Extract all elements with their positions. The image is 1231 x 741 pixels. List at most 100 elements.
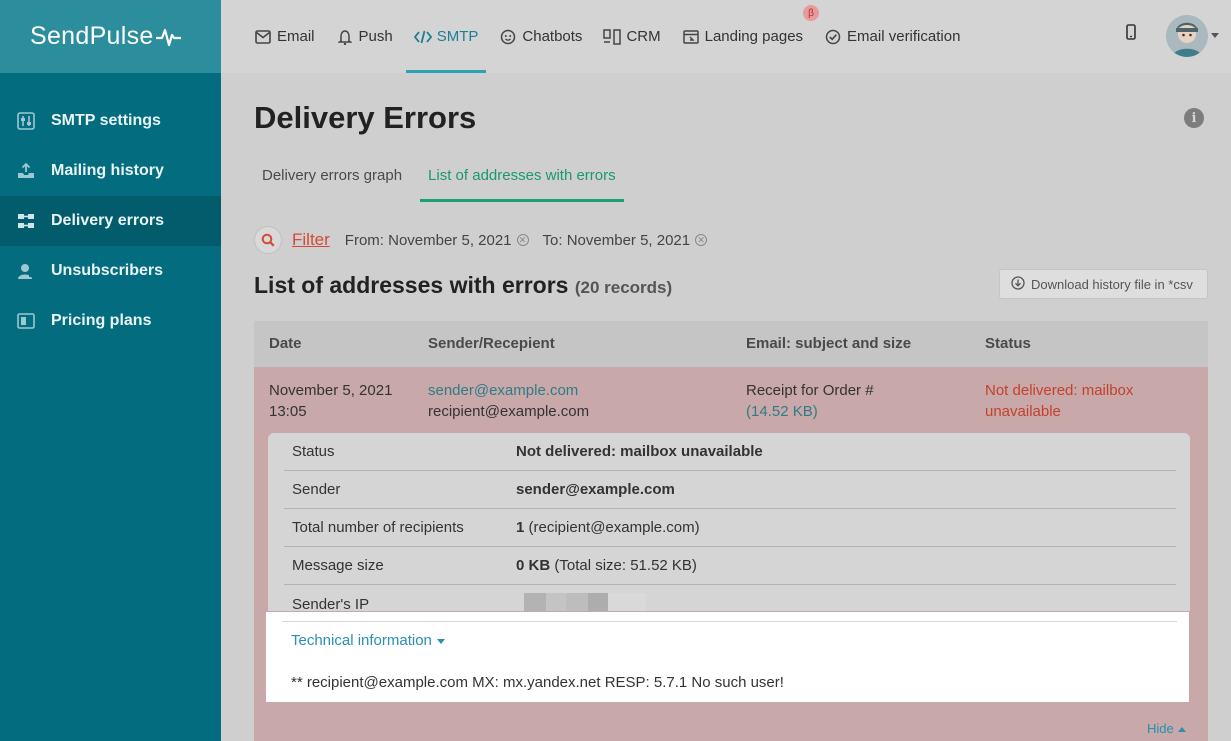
nav-email[interactable]: Email [254, 0, 315, 73]
technical-info-toggle[interactable]: Technical information [291, 632, 445, 649]
detail-status-key: Status [292, 443, 335, 460]
row-size: (14.52 KB) [746, 403, 818, 420]
nav-smtp[interactable]: SMTP [405, 0, 487, 73]
main-content: Delivery Errors i Delivery errors graph … [221, 73, 1231, 741]
sidebar-item-pricing-plans[interactable]: Pricing plans [0, 296, 221, 346]
tabs: Delivery errors graph List of addresses … [254, 157, 634, 202]
detail-sender-key: Sender [292, 481, 341, 498]
detail-size-kb: 0 KB [516, 557, 551, 574]
col-status: Status [985, 335, 1031, 352]
detail-size-total: (Total size: 51.52 KB) [554, 557, 697, 574]
row-status-cell: Not delivered: mailbox unavailable [985, 380, 1133, 422]
row-date-cell: November 5, 2021 13:05 [269, 380, 392, 422]
detail-size-row: Message size 0 KB (Total size: 51.52 KB) [284, 547, 1176, 585]
sidebar-item-label: Pricing plans [51, 312, 152, 329]
code-icon [413, 28, 432, 46]
detail-recipients-row: Total number of recipients 1 (recipient@… [284, 509, 1176, 547]
pricing-icon [16, 311, 36, 331]
nav-label: Push [358, 28, 393, 45]
list-title-text: List of addresses with errors [254, 272, 569, 298]
tab-delivery-errors-graph[interactable]: Delivery errors graph [254, 157, 410, 202]
tab-list-of-addresses[interactable]: List of addresses with errors [420, 157, 624, 202]
col-sender-recipient: Sender/Recepient [428, 335, 555, 352]
row-sender: sender@example.com [428, 382, 579, 399]
detail-recipients-key: Total number of recipients [292, 519, 464, 536]
sidebar-item-smtp-settings[interactable]: SMTP settings [0, 96, 221, 146]
hide-label: Hide [1147, 721, 1174, 736]
record-count: (20 records) [574, 278, 673, 297]
technical-info-text: ** recipient@example.com MX: mx.yandex.n… [291, 674, 784, 691]
row-status-line2: unavailable [985, 403, 1061, 420]
row-subject: Receipt for Order # [746, 382, 874, 399]
clear-to-icon[interactable]: ✕ [695, 234, 708, 246]
filter-from-text: From: November 5, 2021 [344, 231, 512, 249]
nav-email-verification[interactable]: Email verification [824, 0, 960, 73]
filter-row: Filter From: November 5, 2021 ✕ To: Nove… [254, 226, 721, 254]
detail-recipients-count: 1 [516, 519, 525, 536]
nav-landing-pages[interactable]: Landing pages β [682, 0, 820, 73]
row-status-line1: Not delivered: mailbox [985, 382, 1134, 399]
inbox-upload-icon [16, 161, 36, 181]
hide-details-link[interactable]: Hide [1147, 721, 1186, 736]
row-sender-cell: sender@example.com recipient@example.com [428, 380, 589, 422]
beta-badge: β [803, 5, 820, 21]
detail-status-row: Status Not delivered: mailbox unavailabl… [284, 433, 1176, 471]
detail-sender-row: Sender sender@example.com [284, 471, 1176, 509]
nav-label: Landing pages [704, 28, 804, 45]
detail-ip-key: Sender's IP [292, 595, 370, 613]
row-time: 13:05 [269, 403, 307, 420]
row-recipient: recipient@example.com [428, 403, 590, 420]
row-subject-cell: Receipt for Order # (14.52 KB) [746, 380, 874, 422]
user-avatar-icon [1166, 15, 1208, 57]
chatbot-icon [499, 28, 517, 46]
detail-sender-value: sender@example.com [516, 481, 675, 498]
bell-icon [336, 28, 354, 46]
nav-chatbots[interactable]: Chatbots [499, 0, 582, 73]
chevron-down-icon[interactable] [1211, 33, 1219, 38]
download-icon [1011, 275, 1025, 293]
detail-size-value: 0 KB (Total size: 51.52 KB) [516, 557, 697, 574]
delivery-errors-icon [16, 211, 36, 231]
logo[interactable]: SendPulse [0, 0, 221, 73]
table-header: Date Sender/Recepient Email: subject and… [254, 321, 1208, 367]
ip-redacted-block [524, 593, 646, 611]
detail-status-value: Not delivered: mailbox unavailable [516, 443, 763, 460]
row-details-panel: Status Not delivered: mailbox unavailabl… [268, 433, 1190, 613]
search-icon[interactable] [254, 226, 282, 254]
sidebar-item-unsubscribers[interactable]: Unsubscribers [0, 246, 221, 296]
top-nav: Email Push SMTP Chatbots CRM Landing pag… [221, 0, 1231, 73]
divider [282, 621, 1177, 622]
settings-sliders-icon [16, 111, 36, 131]
mobile-icon[interactable] [1125, 24, 1137, 45]
page-title: Delivery Errors [254, 100, 477, 135]
filter-link[interactable]: Filter [292, 230, 330, 250]
landing-icon [682, 28, 700, 46]
caret-down-icon [436, 638, 445, 644]
sidebar-item-label: Unsubscribers [51, 262, 164, 279]
filter-from-chip: From: November 5, 2021 ✕ [345, 232, 529, 249]
user-minus-icon [16, 261, 36, 281]
clear-from-icon[interactable]: ✕ [516, 234, 529, 246]
detail-recipients-detail: (recipient@example.com) [528, 519, 700, 536]
technical-info-panel: Technical information ** recipient@examp… [266, 612, 1189, 702]
nav-crm[interactable]: CRM [603, 0, 661, 73]
detail-size-key: Message size [292, 557, 384, 574]
sidebar-item-mailing-history[interactable]: Mailing history [0, 146, 221, 196]
col-email-subject: Email: subject and size [746, 335, 912, 352]
row-date: November 5, 2021 [269, 382, 393, 399]
nav-label: SMTP [436, 28, 479, 45]
check-circle-icon [824, 28, 842, 46]
nav-label: CRM [626, 28, 661, 45]
sidebar-item-label: Delivery errors [51, 212, 164, 229]
sidebar-item-delivery-errors[interactable]: Delivery errors [0, 196, 221, 246]
nav-push[interactable]: Push [336, 0, 393, 73]
sidebar-item-label: SMTP settings [51, 112, 161, 129]
sidebar-item-label: Mailing history [51, 162, 164, 179]
caret-up-icon [1177, 727, 1186, 733]
mail-icon [254, 28, 272, 46]
logo-text: SendPulse [30, 22, 154, 50]
info-icon[interactable]: i [1184, 108, 1204, 128]
avatar[interactable] [1166, 15, 1208, 57]
download-csv-button[interactable]: Download history file in *csv [999, 269, 1208, 299]
crm-icon [603, 28, 622, 46]
